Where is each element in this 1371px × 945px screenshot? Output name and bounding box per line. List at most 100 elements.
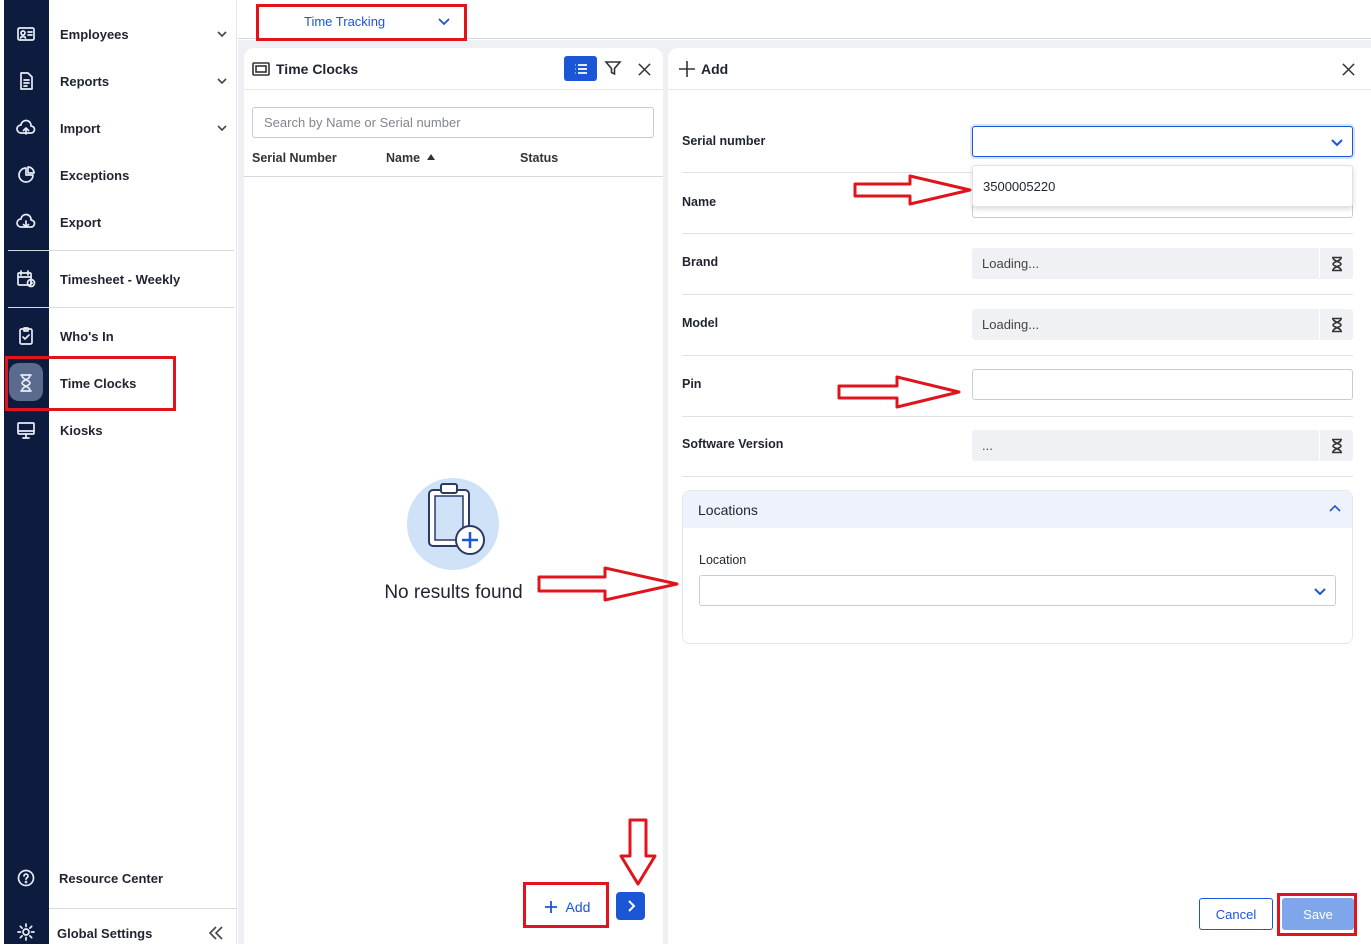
chevron-down-icon [216,75,228,87]
pin-label: Pin [682,377,702,391]
model-field: Loading... [972,309,1353,340]
nav-item-timesheet-weekly[interactable]: Timesheet - Weekly [60,268,228,290]
nav-label: Who's In [60,328,114,344]
list-view-button[interactable] [564,56,597,81]
expand-panel-button[interactable] [616,892,645,920]
location-label: Location [699,553,747,567]
chevron-right-icon [627,900,635,912]
column-header-status[interactable]: Status [520,151,558,165]
plus-icon [676,58,698,80]
cloud-upload-icon[interactable] [14,116,38,140]
brand-label: Brand [682,255,719,269]
serial-number-dropdown: 3500005220 [972,165,1353,207]
cloud-download-icon[interactable] [14,210,38,234]
serial-number-label: Serial number [682,134,766,148]
clipboard-check-icon[interactable] [14,324,38,348]
save-button[interactable]: Save [1282,898,1354,930]
form-title: Add [701,61,729,77]
nav-item-kiosks[interactable]: Kiosks [60,419,228,441]
serial-number-select[interactable] [972,126,1353,157]
filter-icon[interactable] [602,57,624,79]
brand-value: Loading... [982,256,1040,271]
row-divider [682,294,1353,295]
sort-ascending-icon [426,154,435,160]
nav-item-reports[interactable]: Reports [60,70,228,92]
monitor-icon [250,58,272,80]
module-selector[interactable]: Time Tracking [260,8,460,34]
report-icon[interactable] [14,69,38,93]
locations-header[interactable]: Locations [683,491,1352,528]
chevron-up-icon [1328,502,1342,516]
top-bar: Time Tracking [238,0,1371,39]
calendar-clock-icon[interactable] [14,267,38,291]
icon-rail [4,0,49,944]
row-divider [682,416,1353,417]
add-time-clock-button[interactable]: Add [530,891,604,923]
nav-label: Reports [60,73,110,89]
row-divider [682,476,1353,477]
help-circle-icon[interactable] [14,866,38,890]
collapse-sidebar-icon[interactable] [207,924,225,942]
empty-state-text: No results found [384,582,523,603]
monitor-icon[interactable] [14,418,38,442]
id-card-icon[interactable] [14,22,38,46]
empty-clipboard-icon [407,478,499,570]
chevron-down-icon [1313,584,1327,598]
add-time-clock-form: Add Serial number Name Brand Loading... … [668,48,1371,944]
nav-item-employees[interactable]: Employees [60,23,228,45]
chevron-down-icon [216,122,228,134]
nav-item-export[interactable]: Export [60,211,228,233]
hourglass-icon [1319,309,1353,340]
form-header: Add [668,48,1371,90]
software-version-label: Software Version [682,437,784,451]
nav-label: Kiosks [60,422,103,438]
model-value: Loading... [982,317,1040,332]
hourglass-icon [1319,248,1353,279]
nav-label: Resource Center [59,870,164,886]
add-label: Add [565,899,591,915]
header-divider [244,176,663,177]
nav-label: Export [60,214,102,230]
chevron-down-icon [1330,135,1344,149]
column-header-serial-number[interactable]: Serial Number [252,151,337,165]
row-divider [682,355,1353,356]
search-input[interactable] [252,107,654,138]
pin-field[interactable] [972,369,1353,400]
module-label: Time Tracking [304,13,386,29]
name-label: Name [682,195,717,209]
nav-label: Import [60,120,101,136]
plus-icon [544,901,557,913]
hourglass-icon[interactable] [14,371,38,395]
panel-title: Time Clocks [276,61,359,77]
row-divider [682,233,1353,234]
nav-label: Employees [60,26,129,42]
nav-item-import[interactable]: Import [60,117,228,139]
serial-number-option[interactable]: 3500005220 [983,179,1055,194]
nav-item-global-settings[interactable]: Global Settings [57,922,225,944]
close-icon[interactable] [633,58,655,80]
pie-chart-icon[interactable] [14,163,38,187]
list-panel-header: Time Clocks [244,48,663,90]
hourglass-icon [1319,430,1353,461]
cancel-button[interactable]: Cancel [1199,898,1273,930]
brand-field: Loading... [972,248,1353,279]
chevron-down-icon [216,28,228,40]
side-navigation: Employees Reports Import Exceptions Expo… [8,0,237,944]
nav-item-time-clocks[interactable]: Time Clocks [60,372,228,394]
nav-label: Timesheet - Weekly [60,271,181,287]
list-icon [574,63,587,74]
model-label: Model [682,316,719,330]
close-icon[interactable] [1337,58,1359,80]
software-version-value: ... [982,438,993,453]
column-header-name[interactable]: Name [386,151,435,165]
nav-label: Exceptions [60,167,130,183]
nav-divider [49,908,237,909]
gear-icon[interactable] [14,920,38,944]
nav-item-resource-center[interactable]: Resource Center [59,867,227,889]
nav-label: Global Settings [57,925,153,941]
nav-item-exceptions[interactable]: Exceptions [60,164,228,186]
location-select[interactable] [699,575,1336,606]
nav-item-whos-in[interactable]: Who's In [60,325,228,347]
locations-section: Locations Location [682,490,1353,644]
locations-title: Locations [698,502,758,518]
